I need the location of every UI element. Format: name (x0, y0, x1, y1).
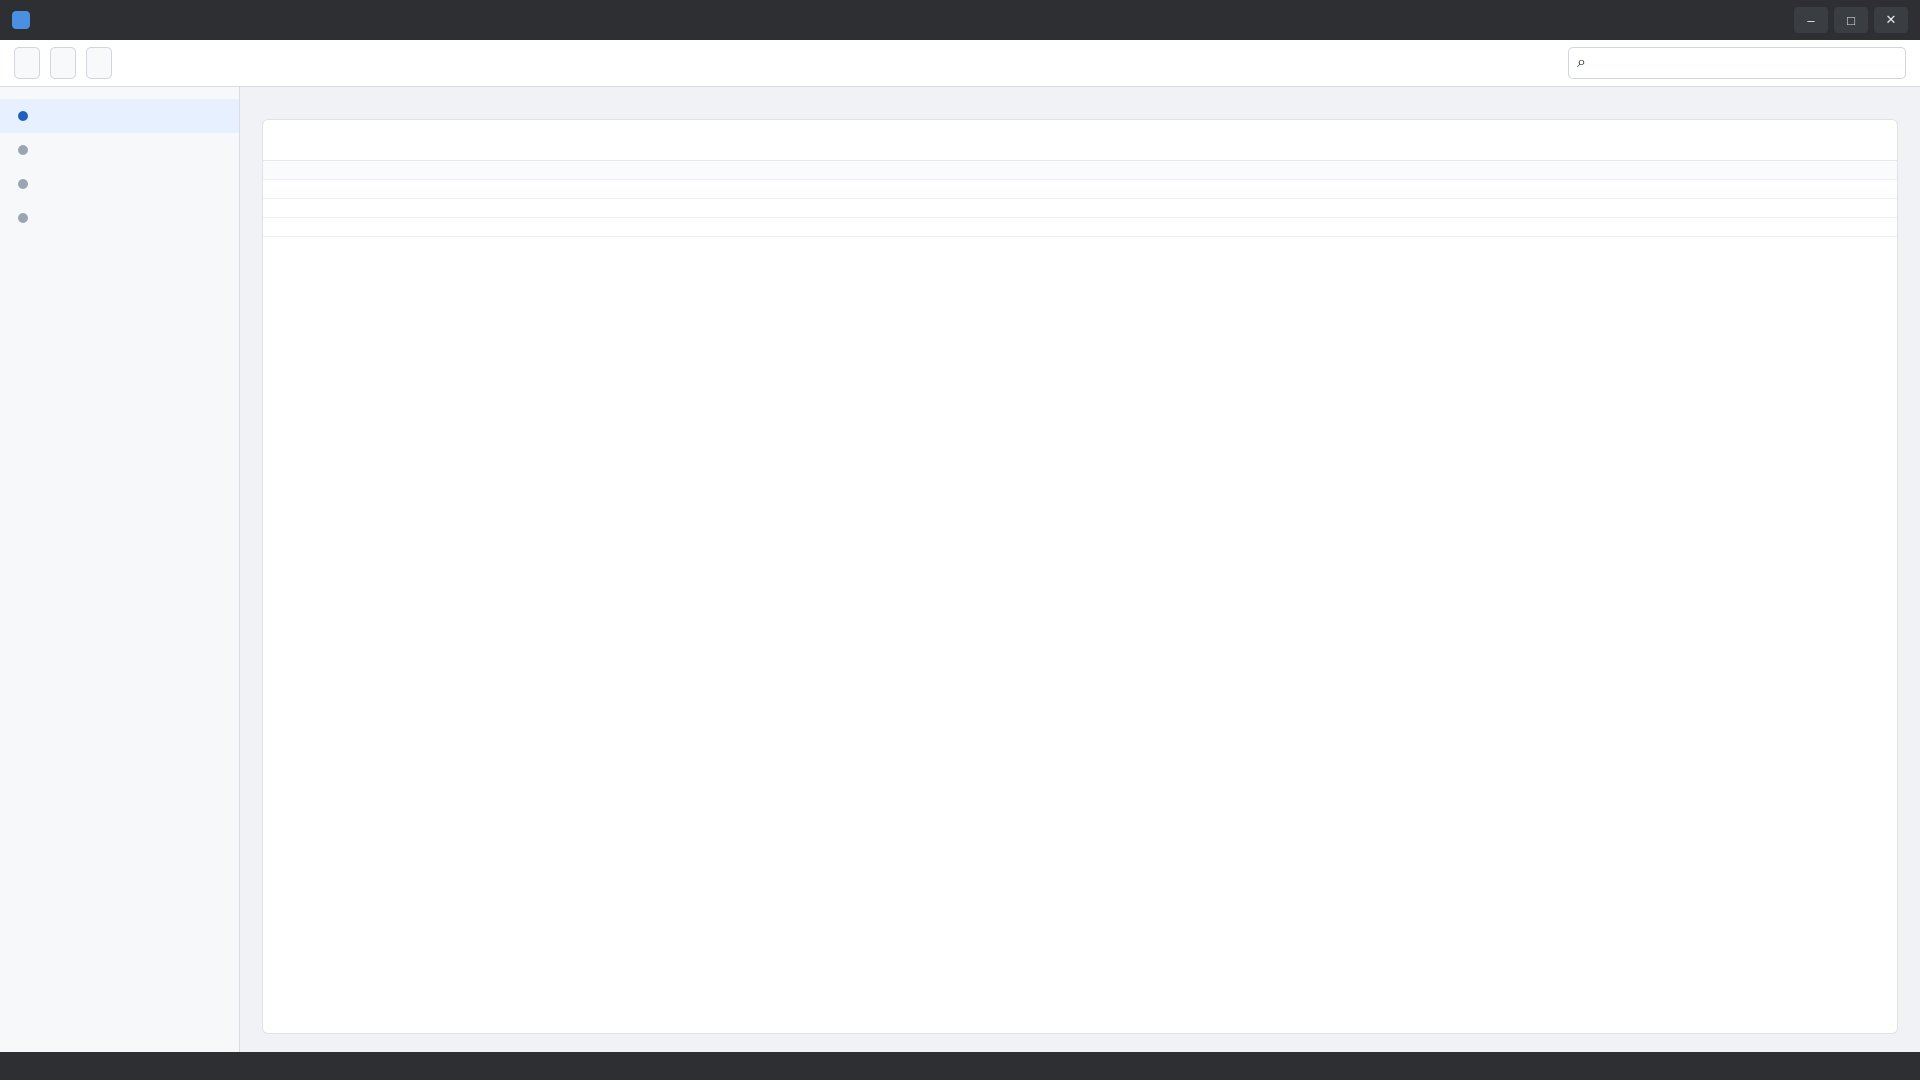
toolbar-button-3[interactable] (86, 47, 112, 79)
table-header-row (263, 161, 1897, 180)
table-cell (1080, 217, 1489, 237)
sidebar-item-3-icon (18, 179, 28, 189)
sidebar-item-3[interactable] (0, 167, 239, 201)
table-cell (1488, 217, 1897, 237)
minimize-icon[interactable]: – (1794, 7, 1828, 33)
sidebar-item-1[interactable] (0, 99, 239, 133)
column-header[interactable] (1488, 161, 1897, 180)
window-controls: – □ ✕ (1794, 7, 1908, 33)
toolbar-button-1[interactable] (14, 47, 40, 79)
table-cell (1488, 198, 1897, 218)
status-bar (0, 1052, 1920, 1080)
table-cell (1488, 179, 1897, 199)
table-cell (671, 179, 1080, 199)
data-table (263, 161, 1897, 237)
table-cell (263, 179, 672, 199)
sidebar-item-4[interactable] (0, 201, 239, 235)
sidebar-item-4-icon (18, 213, 28, 223)
column-header[interactable] (671, 161, 1080, 180)
sidebar-item-2-icon (18, 145, 28, 155)
table-cell (263, 217, 672, 237)
search-input[interactable] (1591, 54, 1897, 72)
title-bar: – □ ✕ (0, 0, 1920, 40)
main-area (240, 87, 1920, 1052)
panel-title (263, 120, 1897, 161)
content-panel (262, 119, 1898, 1034)
app-icon (12, 11, 30, 29)
table-row[interactable] (263, 198, 1897, 218)
toolbar: ⌕ (0, 40, 1920, 87)
search-icon: ⌕ (1577, 54, 1586, 71)
sidebar-item-1-icon (18, 111, 28, 121)
table-row[interactable] (263, 179, 1897, 199)
sidebar-item-2[interactable] (0, 133, 239, 167)
column-header[interactable] (263, 161, 672, 180)
close-icon[interactable]: ✕ (1874, 7, 1908, 33)
column-header[interactable] (1080, 161, 1489, 180)
app-window: – □ ✕ ⌕ (0, 0, 1920, 1080)
table-cell (671, 198, 1080, 218)
search-box[interactable]: ⌕ (1568, 47, 1906, 79)
sidebar (0, 87, 240, 1052)
table-cell (263, 198, 672, 218)
table-row[interactable] (263, 217, 1897, 237)
table-cell (671, 217, 1080, 237)
table-cell (1080, 198, 1489, 218)
table-cell (1080, 179, 1489, 199)
toolbar-button-2[interactable] (50, 47, 76, 79)
content-area (0, 87, 1920, 1052)
maximize-icon[interactable]: □ (1834, 7, 1868, 33)
